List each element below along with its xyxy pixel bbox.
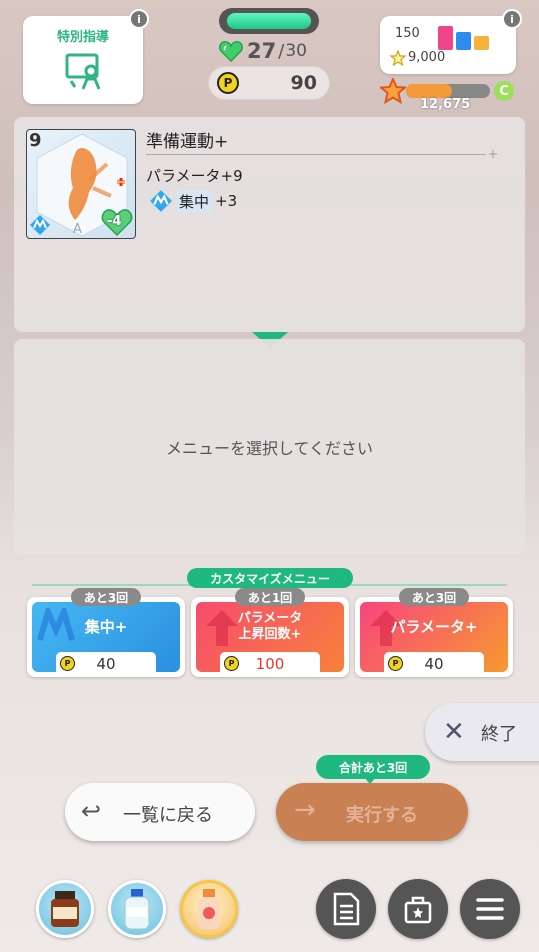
rank-letter-badge: C xyxy=(494,81,514,101)
option-remaining: あと1回 xyxy=(235,588,305,606)
card-grade: A xyxy=(73,222,82,237)
return-arrow-icon: ↩ xyxy=(81,797,102,825)
hp-max: 30 xyxy=(285,41,307,61)
focus-icon xyxy=(30,215,50,235)
end-button-label: 終了 xyxy=(481,724,517,745)
rank-points: 12,675 xyxy=(420,97,471,112)
option-focus-up[interactable]: 集中+ P 40 あと3回 xyxy=(27,588,185,677)
star-icon xyxy=(390,50,406,66)
option-remaining: あと3回 xyxy=(399,588,469,606)
document-icon xyxy=(333,892,360,926)
option-cost: P 40 xyxy=(56,652,156,672)
lesson-board-icon xyxy=(65,53,101,90)
back-button-label: 一覧に戻る xyxy=(123,805,213,826)
customize-menu-label: カスタマイズメニュー xyxy=(187,568,353,588)
card-title: 準備運動+ xyxy=(146,132,229,152)
right-arrow-icon: → xyxy=(294,795,316,825)
p-coin-icon: P xyxy=(217,72,239,94)
rank-fill xyxy=(406,84,453,98)
info-icon[interactable]: i xyxy=(129,9,149,29)
option-remaining: あと3回 xyxy=(71,588,141,606)
option-cost-value: 40 xyxy=(96,655,116,672)
stat-value: 150 xyxy=(395,26,420,41)
bottle-icon xyxy=(124,889,150,930)
menu-panel: メニューを選択してください xyxy=(14,339,525,554)
card-cost: -4 xyxy=(107,214,122,229)
plus-icon: + xyxy=(488,147,499,161)
option-cost: P 40 xyxy=(384,652,484,672)
hp-slash: / xyxy=(278,40,285,62)
card-effect-focus: 集中 +3 xyxy=(149,189,237,213)
title-divider xyxy=(146,154,486,155)
goal-value: 9,000 xyxy=(408,50,446,65)
focus-value: +3 xyxy=(215,192,238,210)
drink-item-1[interactable] xyxy=(36,880,94,938)
option-cost-value: 40 xyxy=(424,655,444,672)
parameter-stats-card[interactable]: 150 9,000 xyxy=(380,16,516,74)
hp-value: 27 xyxy=(247,39,277,63)
vocal-bar xyxy=(438,26,453,50)
option-name: 集中+ xyxy=(84,618,128,636)
option-bg: パラメータ 上昇回数+ P 100 xyxy=(196,602,344,672)
option-cost-value: 100 xyxy=(255,655,285,672)
heart-icon xyxy=(219,41,243,62)
skill-card-image[interactable]: 9 A -4 xyxy=(26,129,136,239)
card-effect-parameter: パラメータ+9 xyxy=(146,167,243,185)
rank-bar xyxy=(406,84,490,98)
menu-prompt: メニューを選択してください xyxy=(165,438,374,458)
end-button[interactable]: ✕ 終了 xyxy=(425,703,539,761)
dance-bar xyxy=(456,32,471,50)
execute-button-label: 実行する xyxy=(346,805,418,826)
option-param-up[interactable]: パラメータ+ P 40 あと3回 xyxy=(355,588,513,677)
stamina-fill xyxy=(227,13,311,29)
option-cost: P 100 xyxy=(220,652,320,672)
visual-bar xyxy=(474,36,489,50)
p-points-value: 90 xyxy=(290,72,317,94)
special-guidance-label: 特別指導 xyxy=(56,30,109,45)
hamburger-menu-icon xyxy=(476,898,504,920)
back-to-list-button[interactable]: ↩ 一覧に戻る xyxy=(65,783,255,841)
special-guidance-card[interactable]: 特別指導 xyxy=(23,16,143,104)
parameter-bars xyxy=(438,26,489,50)
option-name: パラメータ 上昇回数+ xyxy=(237,611,303,642)
p-points-display: P 90 xyxy=(208,66,330,100)
selected-card-panel: 9 A -4 準備運動+ + パラメータ+9 集中 +3 xyxy=(14,117,525,332)
rank-star-icon xyxy=(380,78,406,104)
focus-icon xyxy=(150,190,172,212)
option-bg: 集中+ P 40 xyxy=(32,602,180,672)
option-bg: パラメータ+ P 40 xyxy=(360,602,508,672)
execute-button[interactable]: → 実行する xyxy=(276,783,468,841)
option-name: パラメータ+ xyxy=(390,618,478,636)
menu-button[interactable] xyxy=(460,879,520,939)
card-list-button[interactable] xyxy=(316,879,376,939)
bottle-icon xyxy=(51,891,79,927)
drink-item-2[interactable] xyxy=(108,880,166,938)
item-bag-icon xyxy=(404,896,432,924)
focus-label: 集中 xyxy=(176,189,213,213)
item-box-button[interactable] xyxy=(388,879,448,939)
close-icon: ✕ xyxy=(443,717,465,747)
drink-item-3[interactable] xyxy=(180,880,238,938)
stamina-bar xyxy=(219,8,319,34)
bottle-icon xyxy=(198,889,220,929)
card-level: 9 xyxy=(29,130,42,151)
option-param-count-up[interactable]: パラメータ 上昇回数+ P 100 あと1回 xyxy=(191,588,349,677)
hp-display: 27 / 30 xyxy=(219,38,329,64)
info-icon[interactable]: i xyxy=(502,9,522,29)
